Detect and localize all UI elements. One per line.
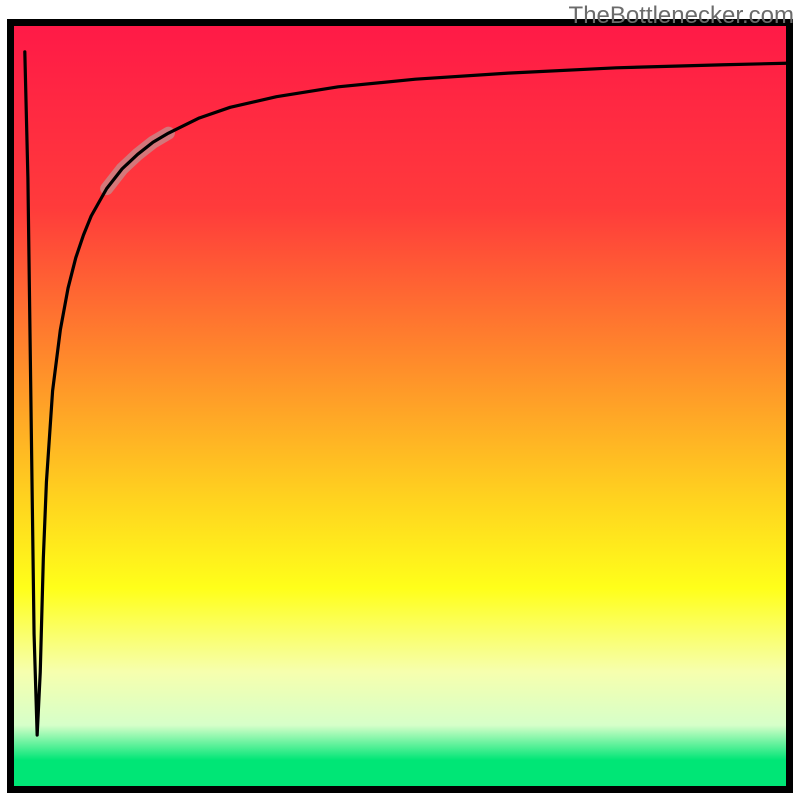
chart-frame: TheBottlenecker.com: [0, 0, 800, 800]
bottleneck-chart: [0, 0, 800, 800]
watermark-text: TheBottlenecker.com: [569, 2, 794, 30]
chart-background: [14, 26, 786, 786]
